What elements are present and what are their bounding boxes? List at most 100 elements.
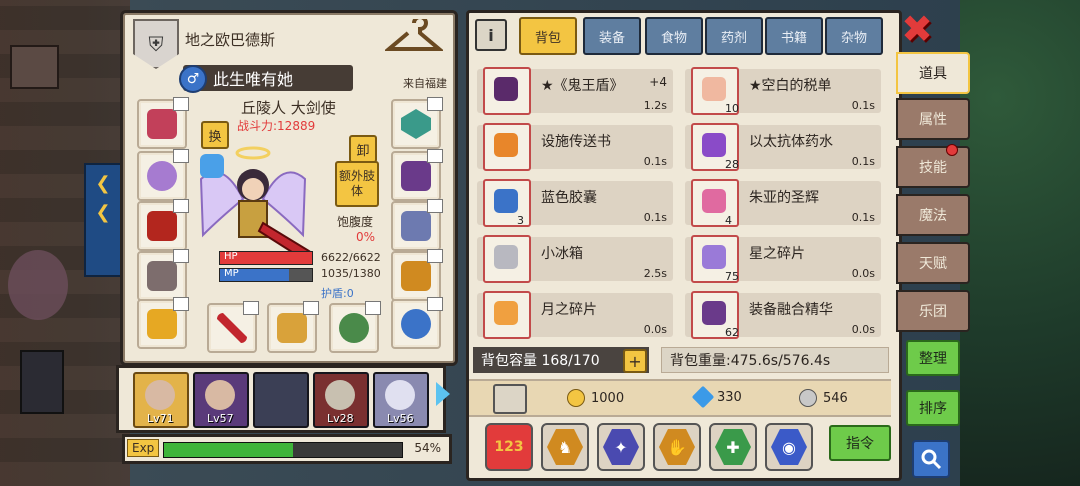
side-tab-attributes[interactable]: 属性 (896, 98, 970, 140)
party-member-empty[interactable] (253, 372, 309, 428)
tab-backpack[interactable]: 背包 (519, 17, 577, 55)
inventory-panel: i 背包 装备 食物 药剂 书籍 杂物 ★《鬼王盾》 +4 1.2s 10 ★空白的税单… (466, 10, 902, 481)
skill-target-icon[interactable]: ◉ (765, 423, 813, 471)
equip-slot-gloves[interactable] (391, 149, 443, 201)
item-time: 0.1s (851, 99, 875, 112)
inventory-item[interactable]: 28 以太抗体药水 0.1s (685, 123, 881, 171)
equip-slot-shell[interactable] (137, 149, 189, 201)
inventory-item[interactable]: 62 装备融合精华 0.0s (685, 291, 881, 339)
diamond-amount: 330 (717, 389, 742, 405)
skill-knight-icon[interactable]: ♞ (541, 423, 589, 471)
item-icon (483, 291, 531, 339)
item-name: 装备融合精华 (749, 302, 833, 318)
info-icon[interactable]: i (475, 19, 507, 51)
party-member-level: Lv71 (147, 412, 174, 425)
loot-collect-icon[interactable] (493, 384, 527, 414)
side-tab-band[interactable]: 乐团 (896, 290, 970, 332)
tab-potion[interactable]: 药剂 (705, 17, 763, 55)
inventory-item[interactable]: 小冰箱 2.5s (477, 235, 673, 283)
party-member-2[interactable]: Lv57 (193, 372, 249, 428)
guild-emblem-icon[interactable]: ⛨ (133, 19, 179, 69)
equip-slot-amulet[interactable] (137, 297, 189, 349)
unequip-button[interactable]: 卸 (349, 135, 377, 163)
party-avatar (385, 380, 415, 410)
equip-slot-accessory[interactable] (329, 301, 381, 353)
diamond-icon (691, 385, 715, 409)
side-tab-items[interactable]: 道具 (896, 52, 970, 94)
party-member-5[interactable]: Lv56 (373, 372, 429, 428)
add-capacity-button[interactable]: + (623, 349, 647, 373)
item-name: 蓝色胶囊 (541, 190, 597, 206)
priority-123-icon[interactable]: 123 (485, 423, 533, 471)
side-tab-skills[interactable]: 技能 (896, 144, 970, 188)
skill-hand-icon[interactable]: ✋ (653, 423, 701, 471)
item-image (494, 301, 518, 325)
tab-books[interactable]: 书籍 (765, 17, 823, 55)
gold-currency: 1000 (567, 389, 624, 407)
side-tab-talent[interactable]: 天赋 (896, 242, 970, 284)
character-panel: ⛨ 地之欧巴德斯 此生唯有她 ♂ 来自福建 丘陵人 大剑使 战斗力:12889 … (120, 10, 458, 366)
wardrobe-hanger-icon[interactable] (385, 17, 443, 61)
gold-amount: 1000 (591, 390, 625, 406)
back-nav-button[interactable]: ❮ ❮ (84, 163, 122, 277)
chevron-left-icon: ❮ (95, 173, 111, 194)
tab-equipment[interactable]: 装备 (583, 17, 641, 55)
inventory-item[interactable]: 4 朱亚的圣辉 0.1s (685, 179, 881, 227)
sort-button[interactable]: 排序 (906, 390, 960, 426)
equip-slot-weapon[interactable] (207, 301, 259, 353)
inventory-item[interactable]: 月之碎片 0.0s (477, 291, 673, 339)
equip-slot-ring[interactable] (391, 297, 443, 349)
party-member-level: Lv56 (387, 412, 414, 425)
party-member-4[interactable]: Lv28 (313, 372, 369, 428)
weight-text: 背包重量:475.6s/576.4s (670, 353, 831, 369)
inventory-item[interactable]: 设施传送书 0.1s (477, 123, 673, 171)
tidy-button[interactable]: 整理 (906, 340, 960, 376)
equip-slot-helmet[interactable] (137, 97, 189, 149)
inventory-item[interactable]: 10 ★空白的税单 0.1s (685, 67, 881, 115)
search-icon[interactable] (912, 440, 950, 478)
item-count: 10 (725, 102, 739, 115)
item-icon (483, 67, 531, 115)
extra-limbs-button[interactable]: 额外肢体 (335, 161, 379, 207)
inventory-item[interactable]: 3 蓝色胶囊 0.1s (477, 179, 673, 227)
buff-icon[interactable] (195, 151, 229, 181)
item-name: 月之碎片 (541, 302, 597, 318)
silver-coin-icon (799, 389, 817, 407)
chevron-left-icon: ❮ (95, 202, 111, 223)
equip-slot-shield[interactable] (391, 97, 443, 149)
item-count: 62 (725, 326, 739, 339)
gold-coin-icon (567, 389, 585, 407)
skill-heal-icon[interactable]: ✚ (709, 423, 757, 471)
item-image (494, 133, 518, 157)
backpack-weight: 背包重量:475.6s/576.4s (661, 347, 889, 373)
tab-misc[interactable]: 杂物 (825, 17, 883, 55)
party-member-level: Lv28 (327, 412, 354, 425)
equip-slot-armor[interactable] (137, 199, 189, 251)
command-button[interactable]: 指令 (829, 425, 891, 461)
map-background-right (960, 0, 1080, 486)
party-member-1[interactable]: Lv71 (133, 372, 189, 428)
equip-slot-legs[interactable] (137, 249, 189, 301)
item-time: 0.1s (643, 155, 667, 168)
item-name: ★《鬼王盾》 (541, 78, 624, 94)
equip-slot-boots[interactable] (391, 249, 443, 301)
item-image (702, 77, 726, 101)
party-bar: Lv71 Lv57 Lv28 Lv56 (116, 365, 446, 433)
inventory-item[interactable]: ★《鬼王盾》 +4 1.2s (477, 67, 673, 115)
notification-dot-icon (946, 144, 958, 156)
side-tab-magic[interactable]: 魔法 (896, 194, 970, 236)
skill-star-icon[interactable]: ✦ (597, 423, 645, 471)
item-time: 2.5s (643, 267, 667, 280)
character-class: 丘陵人 大剑使 (241, 99, 336, 117)
item-time: 0.1s (643, 211, 667, 224)
close-icon[interactable]: ✖ (900, 7, 934, 51)
tab-food[interactable]: 食物 (645, 17, 703, 55)
inventory-item[interactable]: 75 星之碎片 0.0s (685, 235, 881, 283)
equip-slot-offhand[interactable] (267, 301, 319, 353)
equip-slot-belt[interactable] (391, 199, 443, 251)
item-name: 朱亚的圣辉 (749, 190, 819, 206)
item-icon (483, 235, 531, 283)
party-next-arrow-icon[interactable] (436, 382, 450, 406)
capacity-text: 背包容量 168/170 (481, 353, 600, 369)
currency-row: 1000 330 546 (469, 379, 891, 417)
